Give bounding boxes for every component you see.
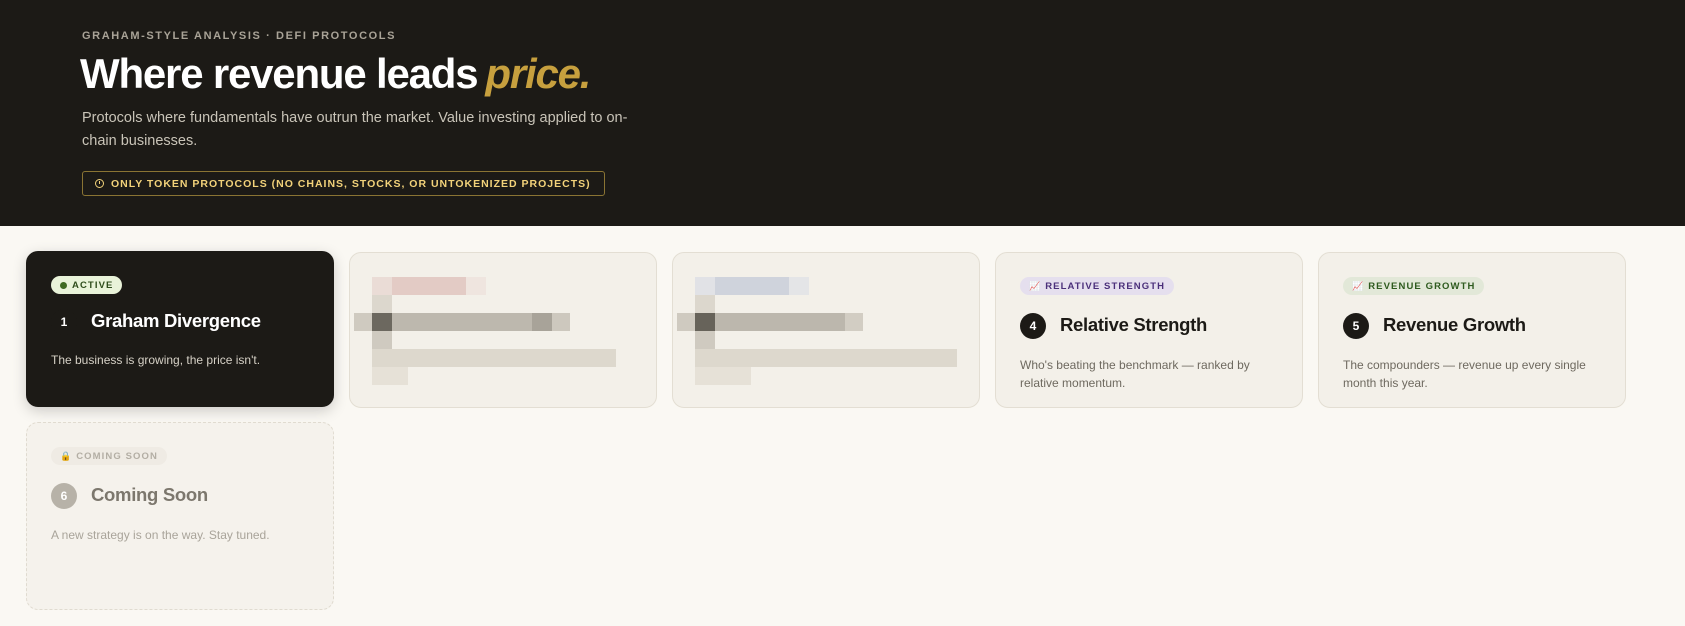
lock-icon: 🔒 [60, 450, 72, 461]
relative-strength-badge: 📈 RELATIVE STRENGTH [1020, 277, 1175, 295]
coming-soon-badge: 🔒 COMING SOON [51, 447, 167, 465]
strategy-title: Coming Soon [91, 484, 208, 505]
strategy-description: A new strategy is on the way. Stay tuned… [51, 528, 270, 542]
chart-up-icon: 📈 [1352, 280, 1364, 291]
strategy-description: The business is growing, the price isn't… [51, 353, 261, 367]
strategy-number: 6 [51, 483, 77, 509]
info-circle-icon [95, 179, 104, 188]
revenue-growth-badge: 📈 REVENUE GROWTH [1343, 277, 1485, 295]
strategy-title: Relative Strength [1060, 314, 1208, 335]
badge-label: REVENUE GROWTH [1368, 280, 1476, 292]
strategy-description: Who's beating the benchmark — ranked by … [1020, 358, 1250, 390]
strategy-number: 1 [51, 309, 77, 335]
hero-subhead: Protocols where fundamentals have outrun… [82, 110, 628, 149]
strategy-number: 5 [1343, 313, 1369, 339]
hero-headline: Where revenue leads price. [80, 50, 591, 98]
badge-label: COMING SOON [76, 450, 158, 462]
strategy-card-coming-soon: 🔒 COMING SOON 6 Coming Soon A new strate… [26, 422, 334, 610]
chart-up-icon: 📈 [1029, 280, 1041, 291]
token-protocols-notice: ONLY TOKEN PROTOCOLS (NO CHAINS, STOCKS,… [82, 171, 605, 196]
strategy-card-relative-strength[interactable]: 📈 RELATIVE STRENGTH 4 Relative Strength … [995, 252, 1303, 408]
badge-label: RELATIVE STRENGTH [1045, 280, 1166, 292]
status-dot-icon [60, 281, 67, 289]
headline-main: Where revenue leads [80, 50, 479, 97]
hero-banner: GRAHAM-STYLE ANALYSIS · DEFI PROTOCOLS W… [0, 0, 1685, 226]
hero-eyebrow: GRAHAM-STYLE ANALYSIS · DEFI PROTOCOLS [82, 30, 397, 42]
strategy-card-revenue-growth[interactable]: 📈 REVENUE GROWTH 5 Revenue Growth The co… [1318, 252, 1626, 408]
strategy-number: 4 [1020, 313, 1046, 339]
active-badge: ACTIVE [51, 276, 123, 294]
strategy-title: Revenue Growth [1383, 314, 1526, 335]
strategy-card-hidden-2[interactable] [349, 252, 657, 408]
notice-text: ONLY TOKEN PROTOCOLS (NO CHAINS, STOCKS,… [111, 177, 591, 190]
badge-label: ACTIVE [72, 279, 114, 291]
strategy-card-hidden-3[interactable] [672, 252, 980, 408]
strategy-title: Graham Divergence [91, 310, 261, 331]
headline-accent: price. [485, 50, 591, 97]
strategy-card-graham-divergence[interactable]: ACTIVE 1 Graham Divergence The business … [26, 251, 334, 407]
strategy-description: The compounders — revenue up every singl… [1343, 358, 1586, 390]
